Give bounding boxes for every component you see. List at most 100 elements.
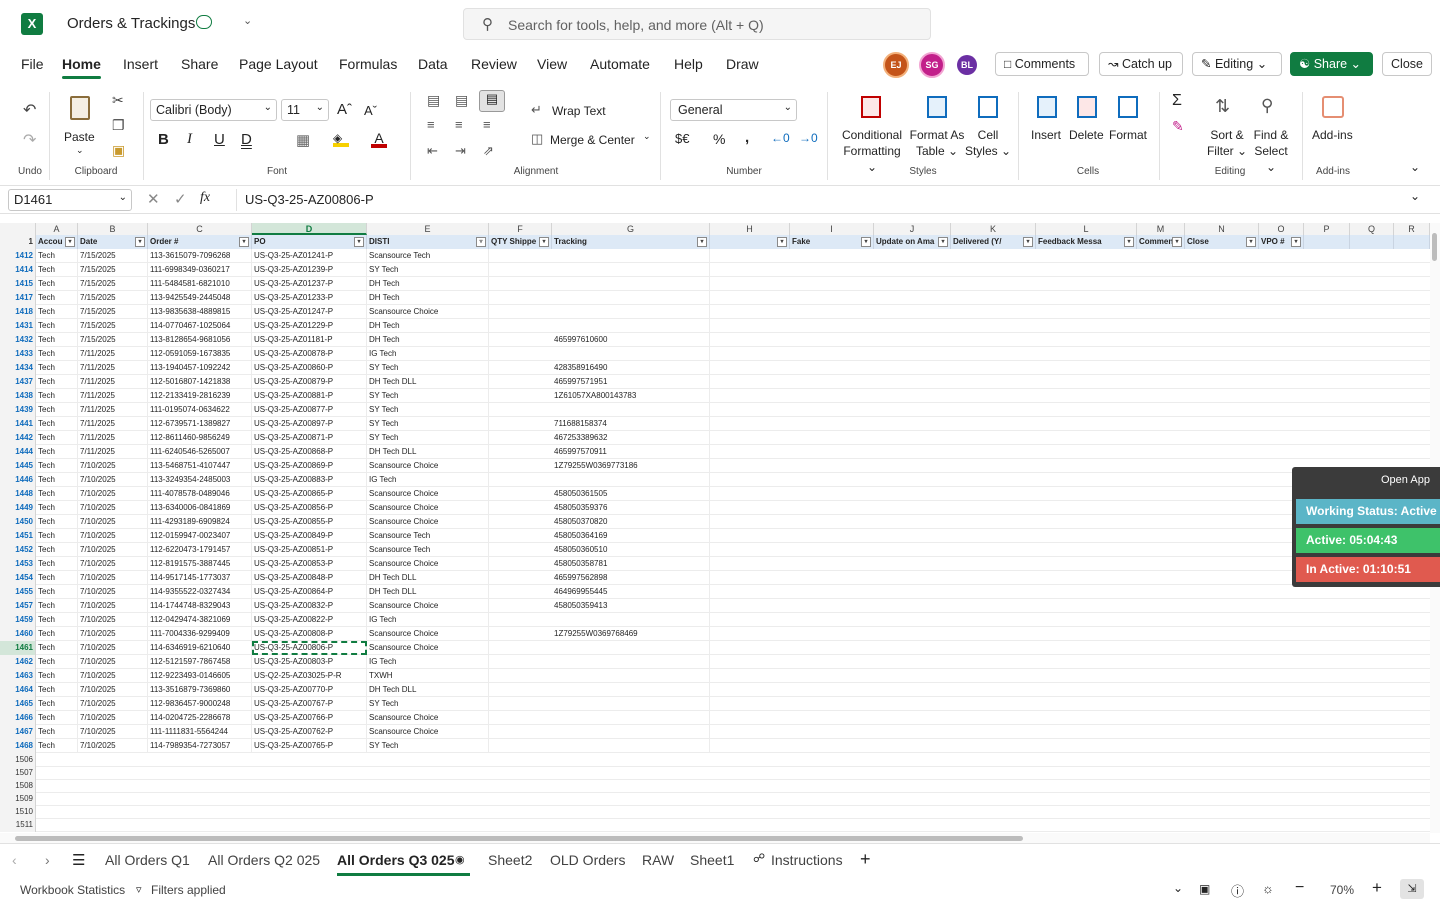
cell[interactable]: 7/11/2025 <box>78 361 148 375</box>
header-cell[interactable] <box>1394 235 1430 249</box>
workbook-title[interactable]: Orders & Trackings <box>67 15 195 32</box>
row-number[interactable]: 1446 <box>0 473 36 487</box>
paste-button[interactable]: Paste <box>64 129 95 145</box>
cell[interactable]: SY Tech <box>367 263 489 277</box>
editing-mode-button[interactable]: ✎ Editing ⌄ <box>1192 52 1282 76</box>
cell[interactable]: 7/11/2025 <box>78 445 148 459</box>
cell-styles-icon[interactable] <box>978 96 998 118</box>
comments-button[interactable]: □ Comments <box>995 52 1089 76</box>
filter-dropdown-icon[interactable]: ▾ <box>239 237 249 247</box>
cell[interactable]: 467253389632 <box>552 431 710 445</box>
cell[interactable]: Tech <box>36 361 78 375</box>
menu-view[interactable]: View <box>537 56 567 72</box>
cell-styles-button[interactable]: Cell Styles ⌄ <box>964 127 1012 159</box>
tab-instructions[interactable]: Instructions <box>771 852 843 868</box>
row-number[interactable]: 1439 <box>0 403 36 417</box>
increase-font-icon[interactable]: Aˆ <box>337 101 352 118</box>
percent-icon[interactable]: % <box>713 131 725 147</box>
row-number[interactable]: 1454 <box>0 571 36 585</box>
cell[interactable]: Tech <box>36 305 78 319</box>
cell[interactable]: DH Tech <box>367 319 489 333</box>
format-as-table-button[interactable]: Format As Table ⌄ <box>906 127 968 159</box>
cell[interactable] <box>552 319 710 333</box>
find-icon[interactable]: ⚲ <box>1261 96 1273 116</box>
tab-sheet2[interactable]: Sheet2 <box>488 852 532 868</box>
cell[interactable]: 7/10/2025 <box>78 557 148 571</box>
cell[interactable]: US-Q3-25-AZ00877-P <box>252 403 367 417</box>
wrap-text-button[interactable]: Wrap Text <box>552 103 606 119</box>
cell[interactable]: US-Q3-25-AZ00806-P <box>252 641 367 655</box>
cell[interactable]: US-Q3-25-AZ00871-P <box>252 431 367 445</box>
cell[interactable]: Tech <box>36 697 78 711</box>
cell[interactable] <box>552 725 710 739</box>
align-bottom-icon[interactable]: ▤ <box>479 90 505 112</box>
cell[interactable]: 7/15/2025 <box>78 263 148 277</box>
cell[interactable]: Tech <box>36 501 78 515</box>
align-middle-icon[interactable]: ▤ <box>455 92 468 109</box>
underline-icon[interactable]: U <box>214 131 225 148</box>
cell[interactable]: 465997562898 <box>552 571 710 585</box>
cut-icon[interactable]: ✂ <box>112 92 124 109</box>
menu-review[interactable]: Review <box>471 56 517 72</box>
menu-formulas[interactable]: Formulas <box>339 56 397 72</box>
row-number[interactable]: 1418 <box>0 305 36 319</box>
bold-icon[interactable]: B <box>158 131 169 148</box>
row-number[interactable]: 1412 <box>0 249 36 263</box>
copy-icon[interactable]: ❐ <box>112 117 125 134</box>
format-as-table-icon[interactable] <box>927 96 947 118</box>
row-number[interactable]: 1510 <box>0 805 36 819</box>
conditional-formatting-icon[interactable] <box>861 96 881 118</box>
header-cell[interactable]: Update on Ama ▾ <box>874 235 951 249</box>
cell[interactable]: 114-6346919-6210640 <box>148 641 252 655</box>
cell[interactable]: 465997571951 <box>552 375 710 389</box>
cell[interactable]: 114-9355522-0327434 <box>148 585 252 599</box>
cell[interactable]: Tech <box>36 655 78 669</box>
cell[interactable]: Tech <box>36 431 78 445</box>
cell[interactable]: 7/10/2025 <box>78 599 148 613</box>
align-top-icon[interactable]: ▤ <box>427 92 440 109</box>
next-sheet-icon[interactable]: › <box>45 852 50 868</box>
cell[interactable]: US-Q3-25-AZ00767-P <box>252 697 367 711</box>
cell[interactable]: SY Tech <box>367 361 489 375</box>
cell[interactable]: Tech <box>36 459 78 473</box>
currency-icon[interactable]: $€ <box>675 131 689 146</box>
horizontal-scroll-thumb[interactable] <box>15 836 1023 841</box>
filter-dropdown-icon[interactable]: ▾ <box>1023 237 1033 247</box>
menu-home[interactable]: Home <box>62 56 101 72</box>
decrease-decimal-icon[interactable]: →0 <box>799 131 818 145</box>
header-cell[interactable]: VPO # ▾ <box>1259 235 1304 249</box>
column-header-e[interactable]: E <box>367 223 489 235</box>
cell[interactable]: 112-0429474-3821069 <box>148 613 252 627</box>
cell[interactable]: 7/10/2025 <box>78 683 148 697</box>
avatar[interactable]: SG <box>919 52 945 78</box>
cell[interactable] <box>552 249 710 263</box>
header-cell[interactable]: Comments ▾ <box>1137 235 1185 249</box>
cell[interactable]: Scansource Choice <box>367 501 489 515</box>
cell[interactable] <box>552 711 710 725</box>
cell[interactable]: 112-8611460-9856249 <box>148 431 252 445</box>
header-cell[interactable] <box>1350 235 1394 249</box>
select-all-corner[interactable] <box>0 223 36 235</box>
cell[interactable]: 112-0591059-1673835 <box>148 347 252 361</box>
vertical-scroll-thumb[interactable] <box>1432 233 1437 261</box>
cell[interactable]: 113-1940457-1092242 <box>148 361 252 375</box>
menu-help[interactable]: Help <box>674 56 703 72</box>
help-icon[interactable]: ⓘ <box>1231 881 1244 900</box>
filter-dropdown-icon[interactable]: ▾ <box>539 237 549 247</box>
cell[interactable]: 113-9835638-4889815 <box>148 305 252 319</box>
delete-cells-button[interactable]: Delete <box>1069 127 1104 143</box>
cell[interactable]: 7/10/2025 <box>78 697 148 711</box>
header-cell[interactable]: Feedback Messa ▾ <box>1036 235 1137 249</box>
header-cell[interactable]: Accou ▾ <box>36 235 78 249</box>
find-select-button[interactable]: Find & Select ⌄ <box>1248 127 1294 175</box>
autosum-icon[interactable]: Σ <box>1172 92 1182 110</box>
cell[interactable] <box>552 669 710 683</box>
increase-indent-icon[interactable]: ⇥ <box>455 143 466 159</box>
cell[interactable]: Tech <box>36 515 78 529</box>
cell[interactable]: 7/11/2025 <box>78 403 148 417</box>
filter-dropdown-icon[interactable]: ▾ <box>938 237 948 247</box>
cell[interactable]: 7/11/2025 <box>78 389 148 403</box>
cell[interactable]: 112-5121597-7867458 <box>148 655 252 669</box>
cell[interactable]: US-Q3-25-AZ01237-P <box>252 277 367 291</box>
chevron-down-icon[interactable]: ⌄ <box>1173 881 1183 895</box>
